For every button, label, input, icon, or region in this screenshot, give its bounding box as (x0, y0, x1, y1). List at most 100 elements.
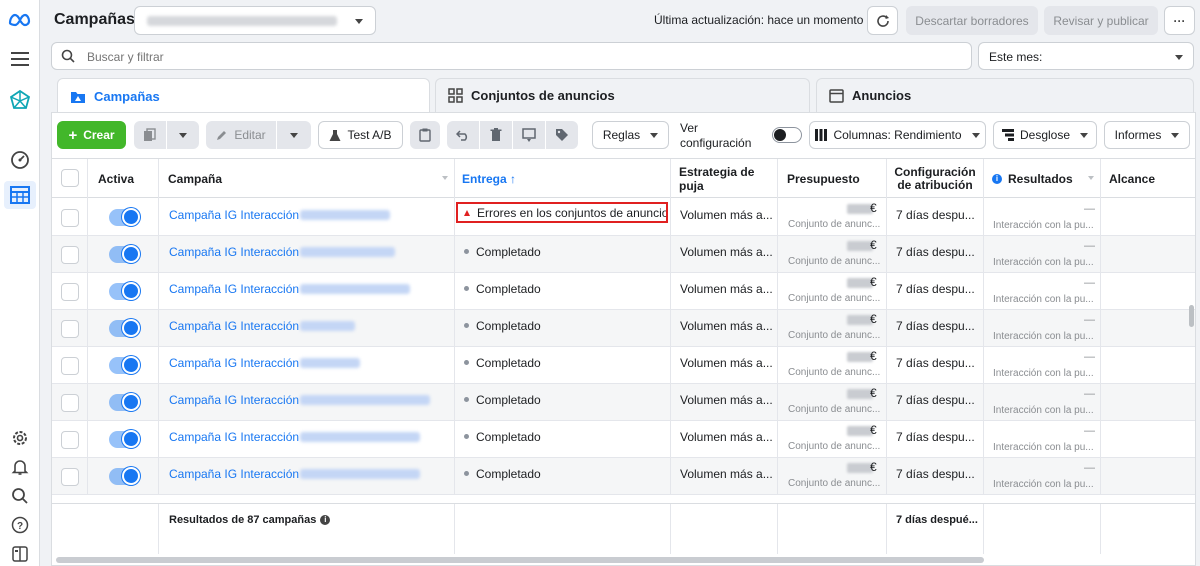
campaign-name-link[interactable]: Campaña IG Interacción - (169, 245, 306, 259)
col-bid-strategy[interactable]: Estrategia de puja (671, 159, 778, 199)
bid-strategy: Volumen más a... (680, 430, 773, 444)
row-checkbox[interactable] (61, 283, 79, 301)
delivery-text: Completado (476, 245, 541, 259)
budget-currency: € (870, 275, 877, 289)
table-row[interactable]: Campaña IG Interacción - Completado Volume… (52, 347, 1195, 384)
edit-menu-button[interactable] (277, 121, 311, 149)
col-active[interactable]: Activa (88, 159, 159, 199)
more-options-button[interactable]: ··· (1164, 6, 1195, 35)
row-checkbox[interactable] (61, 394, 79, 412)
table-row[interactable]: Campaña IG Interacción - Completado Volume… (52, 310, 1195, 347)
footer-attribution: 7 días despué... (896, 514, 978, 526)
undo-button[interactable] (447, 121, 479, 149)
active-toggle-knob (122, 319, 140, 337)
budget-source: Conjunto de anunc... (788, 219, 881, 230)
account-selector[interactable] (134, 6, 376, 35)
view-config-toggle[interactable] (772, 127, 802, 143)
footer-delivery-cell (455, 504, 671, 554)
panel-toggle-icon[interactable] (8, 542, 32, 566)
col-attribution[interactable]: Configuración de atribución (887, 159, 984, 199)
columns-label: Columnas: Rendimiento (833, 128, 962, 142)
budget-source: Conjunto de anunc... (788, 441, 881, 452)
row-select-cell (52, 384, 88, 421)
campaign-name-redacted (300, 395, 430, 405)
status-dot-icon (464, 471, 469, 477)
help-icon[interactable]: ? (8, 513, 32, 537)
duplicate-button[interactable] (134, 121, 166, 149)
table-row[interactable]: Campaña IG Interacción - Completado Volume… (52, 273, 1195, 310)
campaign-network-icon[interactable] (8, 88, 32, 112)
attribution-setting: 7 días despu... (896, 245, 975, 259)
result-type: Interacción con la pu... (993, 442, 1094, 453)
budget-currency: € (870, 238, 877, 252)
campaign-name-link[interactable]: Campaña IG Interacción - (169, 282, 306, 296)
chevron-down-icon (971, 132, 980, 138)
meta-logo-icon[interactable] (8, 8, 32, 32)
columns-icon (815, 129, 828, 141)
ab-test-button[interactable]: Test A/B (318, 121, 403, 149)
bell-icon[interactable] (8, 455, 32, 479)
undo-icon (456, 130, 468, 141)
row-select-cell (52, 310, 88, 347)
tab-ads[interactable]: Anuncios (816, 78, 1194, 112)
campaign-name-link[interactable]: Campaña IG Interacción - (169, 208, 306, 222)
campaign-name-redacted (300, 284, 410, 294)
col-delivery[interactable]: Entrega ↑ (455, 159, 671, 199)
delete-button[interactable] (480, 121, 512, 149)
tab-campaigns[interactable]: Campañas (57, 78, 430, 114)
gauge-icon[interactable] (8, 148, 32, 172)
edit-button[interactable]: Editar (206, 121, 276, 149)
col-budget[interactable]: Presupuesto (778, 159, 887, 199)
search-icon (61, 49, 75, 63)
campaign-name-link[interactable]: Campaña IG Interacción - (169, 356, 306, 370)
reports-button[interactable]: Informes (1104, 121, 1190, 149)
row-checkbox[interactable] (61, 357, 79, 375)
col-campaign[interactable]: Campaña (159, 159, 455, 199)
select-all-checkbox[interactable] (61, 169, 79, 187)
top-bar: Campañas Última actualización: hace un m… (41, 0, 1200, 40)
table-row[interactable]: Campaña IG Interacción - Completado Volume… (52, 458, 1195, 495)
gear-icon[interactable] (8, 426, 32, 450)
tag-button[interactable] (546, 121, 578, 149)
horizontal-scrollbar[interactable] (56, 557, 984, 563)
row-checkbox[interactable] (61, 246, 79, 264)
row-checkbox[interactable] (61, 320, 79, 338)
campaign-name-link[interactable]: Campaña IG Interacción - (169, 393, 306, 407)
table-grid-icon[interactable] (4, 181, 36, 209)
create-button[interactable]: + Crear (57, 121, 126, 149)
duplicate-menu-button[interactable] (167, 121, 199, 149)
delivery-text: Errores en los conjuntos de anuncios (477, 205, 668, 220)
account-name-redacted (147, 16, 337, 26)
col-results[interactable]: i Resultados (984, 159, 1101, 199)
edit-label: Editar (234, 128, 266, 142)
budget-source: Conjunto de anunc... (788, 367, 881, 378)
result-type: Interacción con la pu... (993, 479, 1094, 490)
table-row[interactable]: Campaña IG Interacción - Errores en los c… (52, 199, 1195, 236)
discard-drafts-button[interactable]: Descartar borradores (906, 6, 1038, 35)
review-publish-button[interactable]: Revisar y publicar (1044, 6, 1158, 35)
table-row[interactable]: Campaña IG Interacción - Completado Volume… (52, 236, 1195, 273)
search-icon[interactable] (8, 484, 32, 508)
campaign-name-link[interactable]: Campaña IG Interacción - (169, 319, 306, 333)
date-range-selector[interactable]: Este mes: (978, 42, 1194, 70)
rules-button[interactable]: Reglas (592, 121, 669, 149)
preview-button[interactable] (513, 121, 545, 149)
columns-button[interactable]: Columnas: Rendimiento (809, 121, 986, 149)
table-row[interactable]: Campaña IG Interacción - Completado Volume… (52, 421, 1195, 458)
row-checkbox[interactable] (61, 431, 79, 449)
tab-ad-sets[interactable]: Conjuntos de anuncios (435, 78, 810, 112)
search-input[interactable] (87, 48, 947, 65)
menu-icon[interactable] (8, 47, 32, 71)
refresh-button[interactable] (867, 6, 898, 35)
col-reach[interactable]: Alcance (1101, 159, 1195, 199)
delivery-error-status[interactable]: Errores en los conjuntos de anuncios (456, 202, 668, 223)
campaign-name-link[interactable]: Campaña IG Interacción - (169, 467, 306, 481)
breakdown-button[interactable]: Desglose (993, 121, 1097, 149)
clipboard-button[interactable] (410, 121, 440, 149)
row-checkbox[interactable] (61, 468, 79, 486)
row-checkbox[interactable] (61, 209, 79, 227)
table-row[interactable]: Campaña IG Interacción - Completado Volume… (52, 384, 1195, 421)
vertical-scrollbar[interactable] (1189, 305, 1194, 327)
campaign-name-link[interactable]: Campaña IG Interacción - (169, 430, 306, 444)
footer-results-cell (984, 504, 1101, 554)
